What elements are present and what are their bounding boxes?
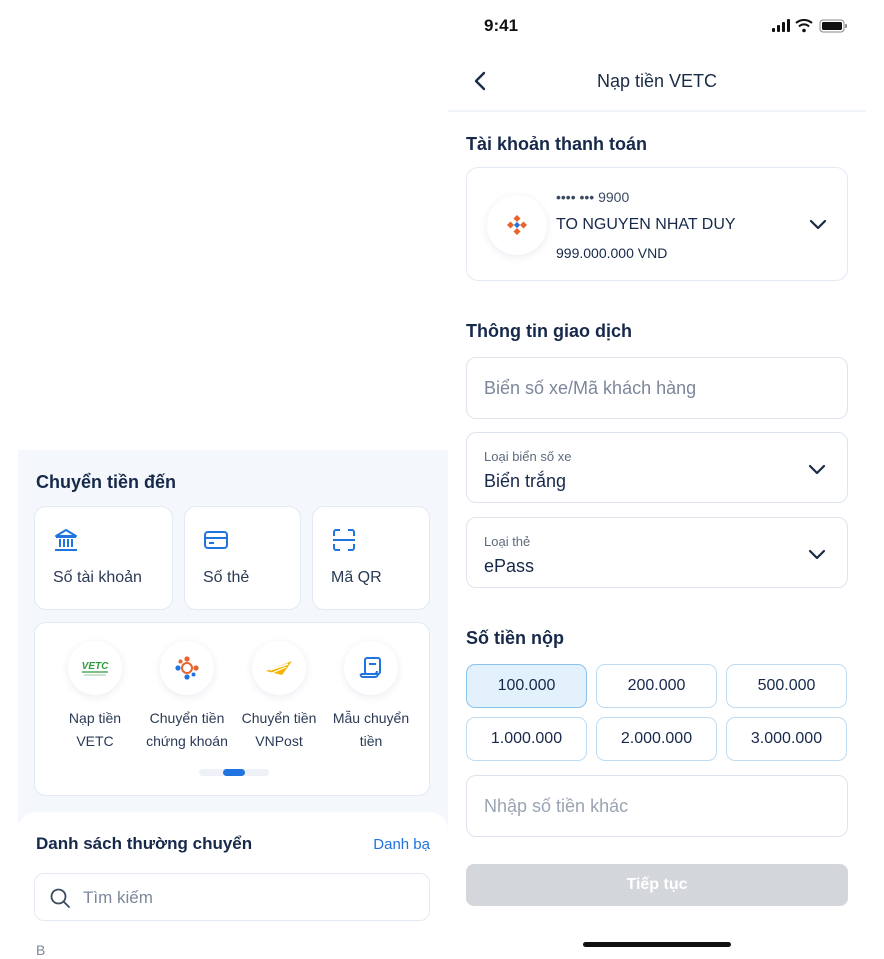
amount-option-3000000[interactable]: 3.000.000 (726, 717, 847, 761)
status-icons (772, 19, 848, 38)
contacts-link[interactable]: Danh bạ (373, 836, 430, 853)
search-placeholder: Tìm kiếm (83, 888, 153, 907)
service-vetc-line2: VETC (76, 733, 114, 749)
service-vnpost-transfer[interactable]: Chuyển tiền VNPost (233, 641, 325, 753)
service-securities-transfer[interactable]: Chuyển tiền chứng khoán (141, 641, 233, 753)
frequent-contacts-title: Danh sách thường chuyển (36, 834, 253, 853)
chevron-down-icon (808, 549, 826, 560)
vetc-topup-screen: 9:41 Nạp tiền VETC Tài khoản thanh toán … (448, 0, 866, 959)
navigation-bar: Nạp tiền VETC (448, 52, 866, 112)
other-amount-input[interactable]: Nhập số tiền khác (466, 775, 848, 837)
contact-group-letter: B (36, 942, 46, 958)
contact-search-input[interactable]: Tìm kiếm (34, 873, 430, 921)
carousel-page-indicator[interactable] (199, 769, 269, 776)
amount-option-500000[interactable]: 500.000 (726, 664, 847, 708)
page-title: Nạp tiền VETC (596, 71, 718, 91)
status-bar: 9:41 (448, 0, 866, 50)
svg-text:VETC: VETC (82, 661, 109, 672)
vnpost-icon (252, 641, 306, 695)
service-vetc-topup[interactable]: VETC Nạp tiền VETC (49, 641, 141, 753)
home-indicator[interactable] (583, 942, 731, 947)
card-number-label: Số thẻ (203, 569, 250, 586)
search-icon (50, 888, 70, 908)
plate-or-customer-id-input[interactable]: Biển số xe/Mã khách hàng (466, 357, 848, 419)
transaction-info-title: Thông tin giao dịch (466, 321, 632, 341)
securities-icon (160, 641, 214, 695)
transfer-home-panel: Chuyển tiền đến Số tài khoản Số thẻ Mã Q… (18, 450, 448, 959)
transfer-to-title: Chuyển tiền đến (36, 472, 177, 492)
service-vetc-line1: Nạp tiền (68, 710, 122, 726)
wifi-icon (795, 19, 813, 33)
plate-type-select[interactable]: Loại biển số xe Biển trắng (466, 432, 848, 503)
amount-option-2000000[interactable]: 2.000.000 (596, 717, 717, 761)
account-number-button[interactable]: Số tài khoản (34, 506, 173, 610)
amount-option-100000[interactable]: 100.000 (466, 664, 587, 708)
service-vnpost-line2: VNPost (255, 733, 303, 749)
bank-logo-icon (487, 195, 547, 255)
qr-scan-icon (333, 529, 355, 551)
plate-type-label: Loại biển số xe (484, 449, 572, 464)
frequent-contacts-section: Danh sách thường chuyển Danh bạ Tìm kiếm… (18, 812, 448, 959)
account-number: •••• ••• 9900 (556, 189, 630, 205)
service-vnpost-line1: Chuyển tiền (241, 710, 317, 726)
continue-button[interactable]: Tiếp tục (466, 864, 848, 906)
amount-section-title: Số tiền nộp (466, 628, 564, 648)
card-number-button[interactable]: Số thẻ (184, 506, 301, 610)
qr-code-button[interactable]: Mã QR (312, 506, 430, 610)
chevron-down-icon (808, 464, 826, 475)
plate-input-placeholder: Biển số xe/Mã khách hàng (484, 378, 697, 398)
card-type-value: ePass (484, 556, 535, 576)
other-amount-placeholder: Nhập số tiền khác (484, 796, 629, 816)
amount-option-1000000[interactable]: 1.000.000 (466, 717, 587, 761)
signal-icon (772, 19, 790, 32)
payment-account-title: Tài khoản thanh toán (466, 134, 648, 154)
plate-type-value: Biển trắng (484, 471, 567, 491)
services-card: VETC Nạp tiền VETC Chuyển tiền chứng kho… (34, 622, 430, 796)
service-template-line1: Mẫu chuyển (332, 710, 410, 726)
battery-icon (819, 19, 847, 33)
card-icon (204, 531, 228, 549)
service-template-line2: tiền (359, 733, 383, 749)
card-type-select[interactable]: Loại thẻ ePass (466, 517, 848, 588)
chevron-down-icon (809, 219, 827, 230)
service-securities-line2: chứng khoán (146, 733, 228, 749)
service-securities-line1: Chuyển tiền (149, 710, 225, 726)
service-transfer-template[interactable]: Mẫu chuyển tiền (325, 641, 417, 753)
status-time: 9:41 (484, 16, 519, 35)
account-holder: TO NGUYEN NHAT DUY (556, 216, 736, 233)
template-icon (344, 641, 398, 695)
carousel-active-dot (223, 769, 245, 776)
account-balance: 999.000.000 VND (556, 245, 668, 261)
bank-icon (55, 529, 77, 551)
account-number-label: Số tài khoản (53, 569, 142, 586)
amount-option-200000[interactable]: 200.000 (596, 664, 717, 708)
card-type-label: Loại thẻ (484, 534, 531, 549)
qr-code-label: Mã QR (331, 569, 382, 586)
vetc-logo-icon: VETC (68, 641, 122, 695)
payment-account-selector[interactable]: •••• ••• 9900 TO NGUYEN NHAT DUY 999.000… (466, 167, 848, 281)
